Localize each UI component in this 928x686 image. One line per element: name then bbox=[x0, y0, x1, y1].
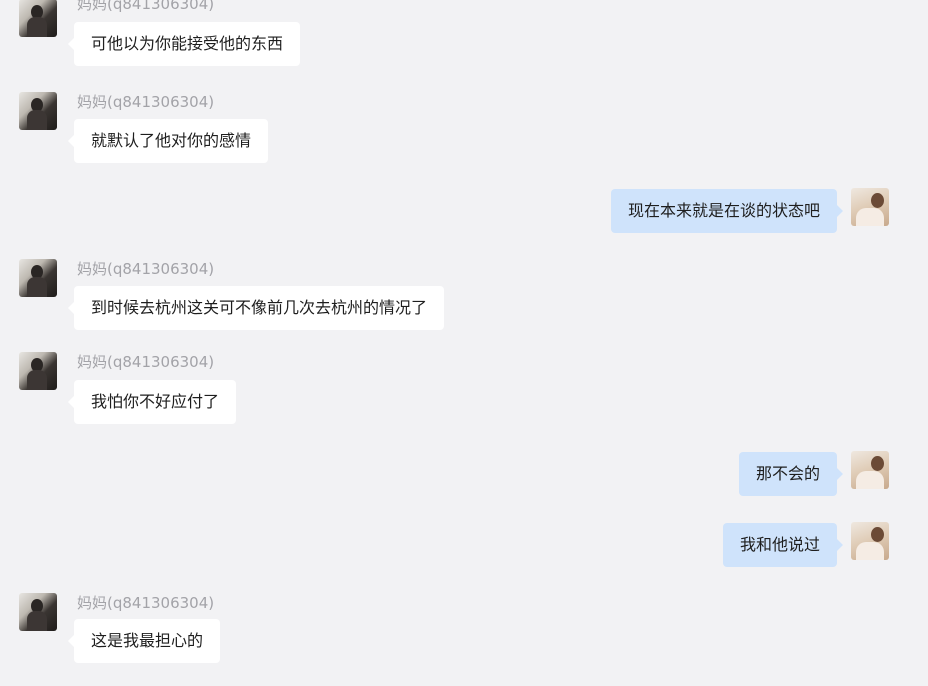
message-bubble[interactable]: 可他以为你能接受他的东西 bbox=[67, 22, 301, 66]
message-bubble[interactable]: 我和他说过 bbox=[722, 523, 844, 567]
message-bubble[interactable]: 到时候去杭州这关可不像前几次去杭州的情况了 bbox=[67, 286, 445, 330]
contact-avatar[interactable] bbox=[19, 593, 57, 631]
contact-avatar[interactable] bbox=[19, 259, 57, 297]
message-bubble[interactable]: 就默认了他对你的感情 bbox=[67, 119, 269, 163]
sender-name: 妈妈(q841306304) bbox=[77, 93, 215, 111]
message-bubble[interactable]: 那不会的 bbox=[738, 452, 844, 496]
sender-name: 妈妈(q841306304) bbox=[77, 353, 215, 371]
sender-name: 妈妈(q841306304) bbox=[77, 0, 215, 13]
sender-name: 妈妈(q841306304) bbox=[77, 260, 215, 278]
message-bubble[interactable]: 这是我最担心的 bbox=[67, 619, 221, 663]
contact-avatar[interactable] bbox=[19, 352, 57, 390]
message-bubble[interactable]: 现在本来就是在谈的状态吧 bbox=[610, 189, 844, 233]
message-bubble[interactable]: 我怕你不好应付了 bbox=[67, 380, 237, 424]
sender-name: 妈妈(q841306304) bbox=[77, 594, 215, 612]
self-avatar[interactable] bbox=[851, 188, 889, 226]
self-avatar[interactable] bbox=[851, 522, 889, 560]
self-avatar[interactable] bbox=[851, 451, 889, 489]
contact-avatar[interactable] bbox=[19, 92, 57, 130]
contact-avatar[interactable] bbox=[19, 0, 57, 37]
